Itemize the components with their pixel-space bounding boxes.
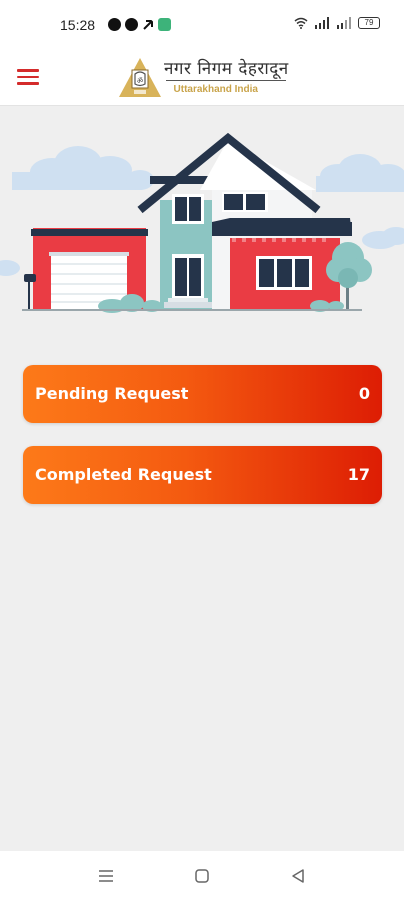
completed-request-label: Completed Request: [35, 465, 212, 484]
logo-subtitle: Uttarakhand India: [173, 84, 258, 95]
notification-icon: [108, 18, 121, 31]
recent-apps-icon: [99, 870, 113, 882]
pending-request-card[interactable]: Pending Request 0: [23, 365, 382, 423]
signal-icon: [315, 17, 329, 29]
wifi-icon: [294, 17, 308, 29]
logo-divider: [166, 80, 286, 81]
hamburger-menu-button[interactable]: [17, 64, 43, 90]
system-icons: 79: [294, 17, 380, 29]
house-illustration: [0, 132, 404, 313]
front-extension: [230, 238, 340, 310]
cloud-left: [12, 146, 154, 190]
ground-line: [22, 309, 362, 311]
app-header: ॐ नगर निगम देहरादून Uttarakhand India: [0, 50, 404, 106]
recent-apps-button[interactable]: [95, 865, 117, 887]
hamburger-icon-bar: [17, 69, 39, 72]
hamburger-icon-bar: [17, 82, 39, 85]
home-icon: [195, 869, 209, 883]
pending-request-label: Pending Request: [35, 384, 189, 403]
nagar-nigam-logo: ॐ नगर निगम देहरादून Uttarakhand India: [118, 54, 290, 102]
back-button[interactable]: [287, 865, 309, 887]
status-time: 15:28: [60, 17, 96, 33]
back-icon: [292, 869, 304, 883]
notification-icons: [108, 18, 171, 31]
completed-request-card[interactable]: Completed Request 17: [23, 446, 382, 504]
link-icon: [143, 19, 153, 30]
status-bar: 15:28 79: [0, 0, 404, 50]
notification-icon: [125, 18, 138, 31]
completed-request-count: 17: [347, 465, 370, 484]
hamburger-icon-bar: [17, 75, 39, 79]
app-notification-icon: [158, 18, 171, 31]
logo-title: नगर निगम देहरादून: [164, 59, 289, 79]
signal-icon: [337, 17, 351, 29]
cloud-right: [316, 154, 404, 192]
pending-request-count: 0: [358, 384, 370, 403]
battery-icon: 79: [358, 17, 380, 29]
home-button[interactable]: [191, 865, 213, 887]
system-nav-bar: [0, 851, 404, 900]
